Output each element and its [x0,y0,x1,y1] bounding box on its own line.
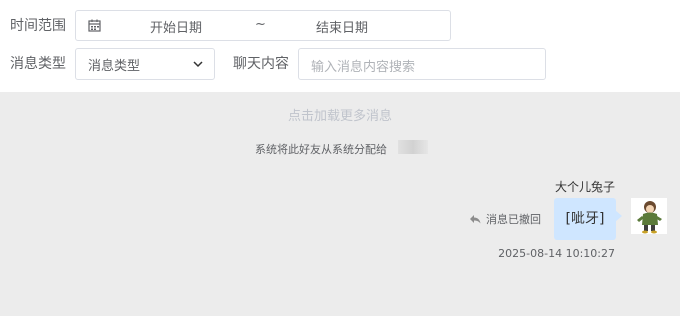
message-type-label: 消息类型 [10,56,66,72]
load-more-link[interactable]: 点击加载更多消息 [0,105,680,124]
sender-nickname: 大个儿兔子 [554,180,615,194]
chat-panel: 点击加载更多消息 系统将此好友从系统分配给 大个儿兔子 消息已撤回 [呲牙] 2… [0,92,680,316]
start-date-input[interactable]: 开始日期 [150,17,202,36]
recall-label: 消息已撤回 [486,213,541,226]
time-range-label: 时间范围 [10,18,66,34]
avatar-image [631,198,667,234]
date-range-picker[interactable]: 开始日期 ~ 结束日期 [75,10,451,41]
chat-content-label: 聊天内容 [233,56,289,72]
message-bubble[interactable]: [呲牙] [554,198,616,240]
search-placeholder: 输入消息内容搜索 [311,60,416,75]
search-input[interactable]: 输入消息内容搜索 [298,48,546,80]
chevron-down-icon [193,61,203,68]
calendar-icon [88,19,101,32]
bubble-tail [615,210,622,222]
system-notice: 系统将此好友从系统分配给 [255,143,387,156]
message-type-select[interactable]: 消息类型 [75,48,215,80]
recall-message-button[interactable]: 消息已撤回 [469,211,541,227]
filter-bar: 时间范围 开始日期 ~ 结束日期 消息类型 消息类型 聊天内容 输入消息内容搜索 [0,0,680,92]
message-type-value: 消息类型 [88,59,141,74]
message-timestamp: 2025-08-14 10:10:27 [498,247,615,260]
redacted-name [398,140,428,154]
avatar[interactable] [631,198,667,234]
undo-icon [470,215,481,224]
end-date-input[interactable]: 结束日期 [316,17,368,36]
date-separator: ~ [255,17,266,32]
